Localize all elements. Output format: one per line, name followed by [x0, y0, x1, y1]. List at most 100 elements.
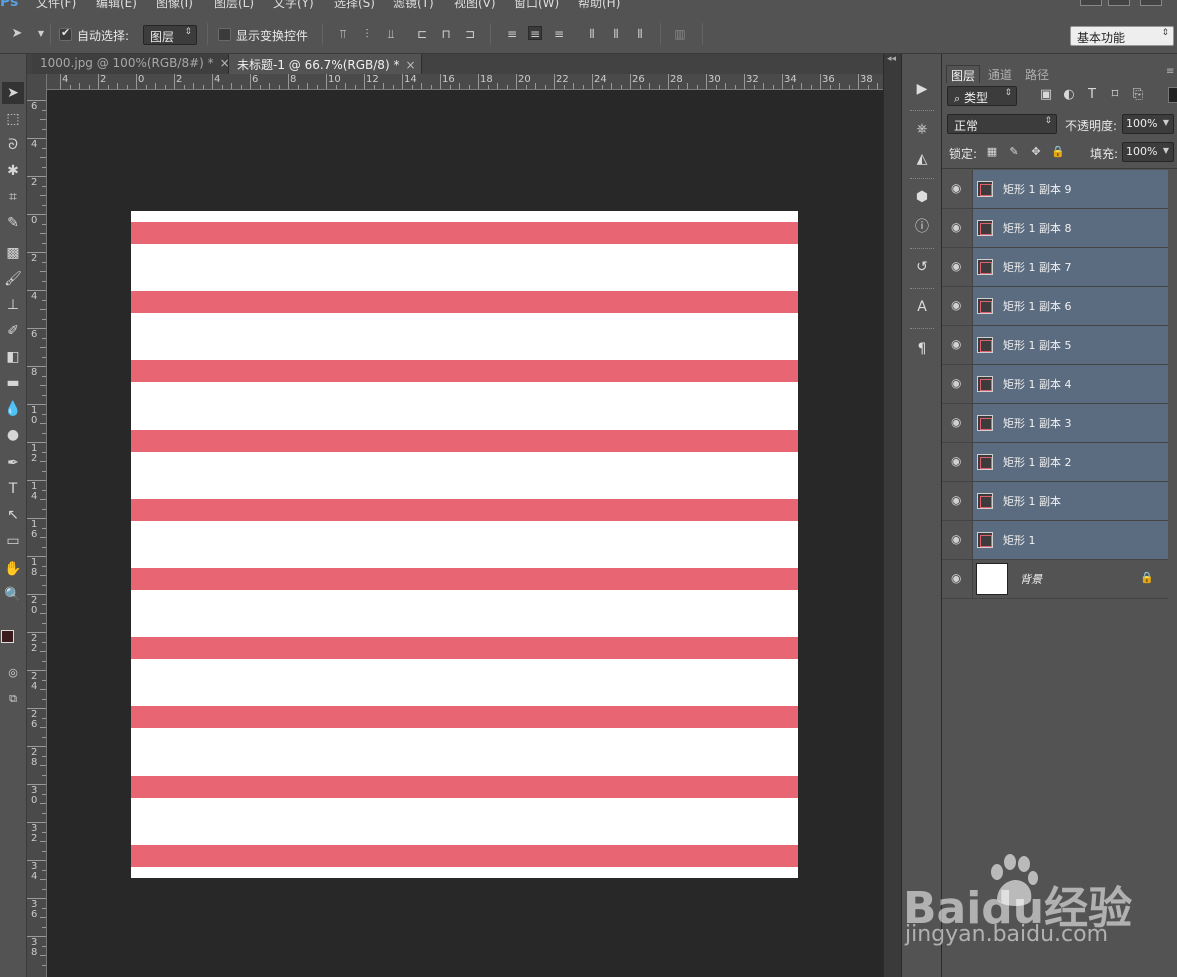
show-transform-checkbox[interactable]	[218, 28, 231, 41]
stripe-rectangle[interactable]	[131, 776, 798, 798]
auto-select-target-dropdown[interactable]: 图层 ⇕	[143, 25, 197, 45]
close-window-button[interactable]	[1140, 0, 1162, 6]
menu-window[interactable]: 窗口(W)	[514, 0, 559, 11]
lock-position-icon[interactable]: ✥	[1028, 144, 1044, 160]
history-brush-tool-icon[interactable]: ✐	[2, 320, 24, 342]
chevron-down-icon[interactable]: ▼	[34, 27, 48, 41]
menu-file[interactable]: 文件(F)	[36, 0, 76, 11]
minimize-button[interactable]	[1080, 0, 1102, 6]
menu-filter[interactable]: 滤镜(T)	[393, 0, 434, 11]
menu-layer[interactable]: 图层(L)	[214, 0, 254, 11]
tab-document-1[interactable]: 1000.jpg @ 100%(RGB/8#) * ×	[32, 54, 230, 74]
visibility-toggle[interactable]: ◉	[942, 248, 973, 286]
layer-row[interactable]: ◉ 矩形 1 副本 5	[942, 326, 1168, 365]
zoom-tool-icon[interactable]: 🔍	[2, 584, 24, 606]
align-top-icon[interactable]: ⫪	[336, 27, 350, 41]
close-icon[interactable]: ×	[405, 58, 415, 72]
layer-filter-dropdown[interactable]: ⌕ 类型 ⇕	[947, 86, 1017, 106]
visibility-toggle[interactable]: ◉	[942, 326, 973, 364]
filter-toggle[interactable]	[1168, 87, 1177, 103]
brush-tool-icon[interactable]: 🖌	[2, 268, 24, 290]
quick-mask-icon[interactable]: ◎	[2, 662, 24, 684]
menu-type[interactable]: 文字(Y)	[273, 0, 314, 11]
move-tool-preset-icon[interactable]: ➤	[10, 27, 24, 41]
align-bottom-icon[interactable]: ⫫	[384, 27, 398, 41]
stripe-rectangle[interactable]	[131, 499, 798, 521]
filter-type-icon[interactable]: T	[1084, 87, 1100, 103]
layer-row[interactable]: ◉ 矩形 1 副本 6	[942, 287, 1168, 326]
tab-channels[interactable]: 通道	[984, 65, 1016, 83]
visibility-toggle[interactable]: ◉	[942, 560, 973, 598]
align-left-icon[interactable]: ⊏	[415, 27, 429, 41]
filter-shape-icon[interactable]: ⌑	[1107, 87, 1123, 103]
visibility-toggle[interactable]: ◉	[942, 443, 973, 481]
layer-row[interactable]: ◉ 矩形 1 副本 2	[942, 443, 1168, 482]
visibility-toggle[interactable]: ◉	[942, 482, 973, 520]
magic-wand-tool-icon[interactable]: ✱	[2, 160, 24, 182]
stripe-rectangle[interactable]	[131, 568, 798, 590]
menu-help[interactable]: 帮助(H)	[578, 0, 620, 11]
tab-layers[interactable]: 图层	[946, 65, 981, 83]
pen-tool-icon[interactable]: ✒	[2, 452, 24, 474]
align-hcenter-icon[interactable]: ⊓	[439, 27, 453, 41]
align-vcenter-icon[interactable]: ⫶	[360, 27, 374, 41]
lock-pixels-icon[interactable]: ✎	[1006, 144, 1022, 160]
menu-edit[interactable]: 编辑(E)	[96, 0, 137, 11]
distribute-bottom-icon[interactable]: ≡	[552, 27, 566, 41]
type-tool-icon[interactable]: T	[2, 478, 24, 500]
layer-row[interactable]: ◉ 矩形 1 副本 4	[942, 365, 1168, 404]
rectangle-tool-icon[interactable]: ▭	[2, 530, 24, 552]
stripe-rectangle[interactable]	[131, 291, 798, 313]
visibility-toggle[interactable]: ◉	[942, 170, 973, 208]
path-select-tool-icon[interactable]: ↖	[2, 504, 24, 526]
paragraph-panel-icon[interactable]: ¶	[911, 338, 933, 360]
distribute-right-icon[interactable]: ⫴	[633, 27, 647, 41]
blur-tool-icon[interactable]: 💧	[2, 398, 24, 420]
layer-row[interactable]: ◉ 矩形 1 副本 9	[942, 170, 1168, 209]
layer-row[interactable]: ◉ 矩形 1 副本 3	[942, 404, 1168, 443]
collapse-panels-icon[interactable]: ◂◂	[887, 54, 896, 64]
document-canvas[interactable]	[131, 211, 798, 878]
filter-adjustment-icon[interactable]: ◐	[1061, 87, 1077, 103]
healing-brush-tool-icon[interactable]: ▩	[2, 242, 24, 264]
info-panel-icon[interactable]: ⓘ	[911, 216, 933, 238]
layer-row[interactable]: ◉ 矩形 1 副本 8	[942, 209, 1168, 248]
fill-field[interactable]: 100% ▼	[1122, 142, 1174, 162]
lasso-tool-icon[interactable]: ᘐ	[2, 134, 24, 156]
eyedropper-tool-icon[interactable]: ✎	[2, 212, 24, 234]
distribute-left-icon[interactable]: ⫴	[585, 27, 599, 41]
stripe-rectangle[interactable]	[131, 845, 798, 867]
stripe-rectangle[interactable]	[131, 222, 798, 244]
distribute-vcenter-icon[interactable]: ≡	[528, 26, 542, 41]
screen-mode-icon[interactable]: ⧉	[2, 688, 24, 710]
3d-panel-icon[interactable]: ⬢	[911, 186, 933, 208]
gradient-tool-icon[interactable]: ▬	[2, 372, 24, 394]
auto-select-checkbox[interactable]	[59, 26, 72, 41]
align-right-icon[interactable]: ⊐	[463, 27, 477, 41]
layer-row[interactable]: ◉ 矩形 1 副本 7	[942, 248, 1168, 287]
hand-tool-icon[interactable]: ✋	[2, 558, 24, 580]
menu-select[interactable]: 选择(S)	[334, 0, 375, 11]
marquee-tool-icon[interactable]: ⬚	[2, 108, 24, 130]
stripe-rectangle[interactable]	[131, 360, 798, 382]
visibility-toggle[interactable]: ◉	[942, 365, 973, 403]
panel-menu-icon[interactable]: ≡	[1166, 66, 1174, 77]
stripe-rectangle[interactable]	[131, 637, 798, 659]
crop-tool-icon[interactable]: ⌗	[2, 186, 24, 208]
menu-view[interactable]: 视图(V)	[454, 0, 496, 11]
move-tool-icon[interactable]: ➤	[2, 82, 24, 104]
lock-transparency-icon[interactable]: ▦	[984, 144, 1000, 160]
visibility-toggle[interactable]: ◉	[942, 404, 973, 442]
visibility-toggle[interactable]: ◉	[942, 521, 973, 559]
layer-row[interactable]: ◉ 矩形 1 副本	[942, 482, 1168, 521]
character-panel-icon[interactable]: A	[911, 296, 933, 318]
lock-all-icon[interactable]: 🔒	[1050, 144, 1066, 160]
stripe-rectangle[interactable]	[131, 430, 798, 452]
histogram-panel-icon[interactable]: ◭	[911, 148, 933, 170]
distribute-hcenter-icon[interactable]: ⫴	[609, 27, 623, 41]
foreground-color-swatch[interactable]	[1, 630, 14, 643]
tab-paths[interactable]: 路径	[1021, 65, 1053, 83]
blend-mode-dropdown[interactable]: 正常 ⇕	[947, 114, 1057, 134]
visibility-toggle[interactable]: ◉	[942, 209, 973, 247]
filter-pixel-icon[interactable]: ▣	[1038, 87, 1054, 103]
